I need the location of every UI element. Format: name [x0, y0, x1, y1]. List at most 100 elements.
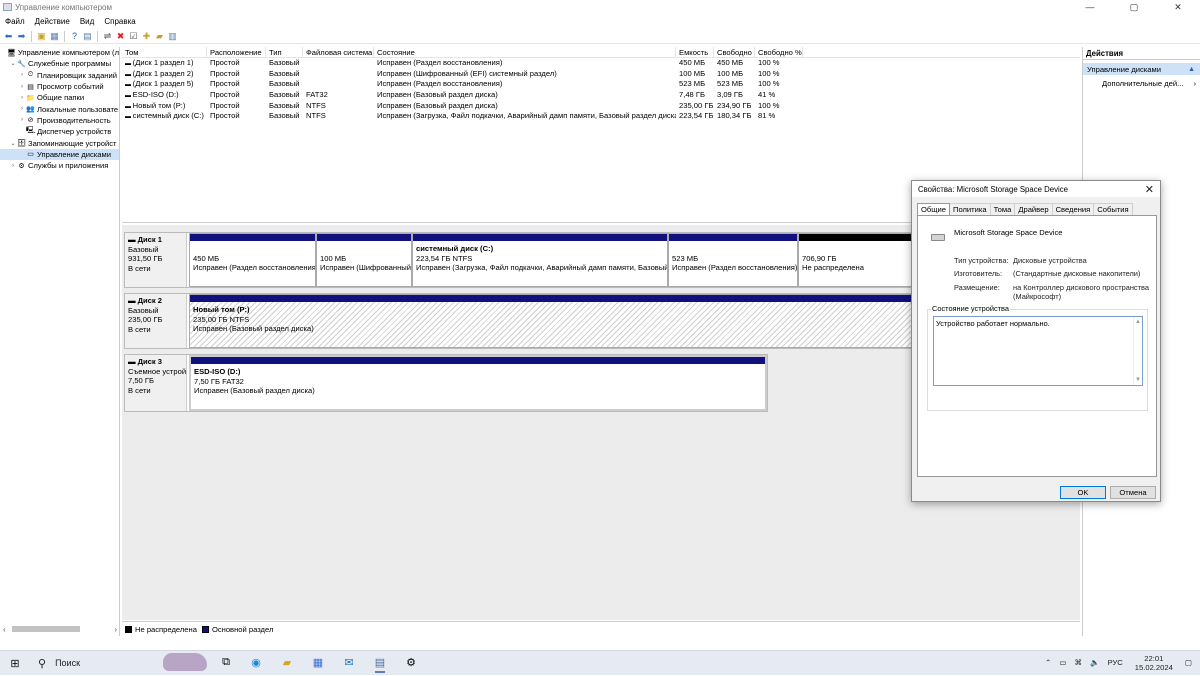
col-header-free-percent[interactable]: Свободно %: [755, 47, 803, 57]
computer-management-taskbar-icon[interactable]: ▤: [372, 654, 388, 673]
title-bar[interactable]: Управление компьютером — ▢ ✕: [0, 0, 1200, 14]
partition-esd-iso-d[interactable]: ESD-ISO (D:) 7,50 ГБ FAT32 Исправен (Базов…: [189, 355, 767, 411]
task-view-icon[interactable]: ⧉: [218, 654, 234, 670]
nav-item-9[interactable]: ▭ Управление дисками: [0, 148, 119, 160]
volume-name-cell: ▬ (Диск 1 раздел 2): [122, 69, 207, 80]
menu-file[interactable]: Файл: [0, 17, 30, 26]
new-folder-icon[interactable]: ✚: [141, 31, 152, 42]
menu-help[interactable]: Справка: [99, 17, 140, 26]
actions-section-disk-management[interactable]: Управление дисками ▲: [1083, 63, 1200, 75]
help-icon[interactable]: ?: [69, 31, 80, 42]
expand-right-icon[interactable]: ›: [18, 117, 26, 123]
edge-browser-icon[interactable]: ◉: [248, 654, 264, 670]
volume-row[interactable]: ▬ (Диск 1 раздел 5) Простой Базовый Исправе…: [122, 79, 1080, 90]
ok-button[interactable]: OK: [1060, 486, 1106, 499]
partition-efi[interactable]: 100 МБИсправен (Шифрованный (EFI) систем…: [316, 233, 412, 287]
list-view-icon[interactable]: ▤: [82, 31, 93, 42]
device-status-textbox[interactable]: Устройство работает нормально. ▲ ▼: [933, 316, 1143, 386]
partition-unallocated[interactable]: 706,90 ГБ Не распределена: [798, 233, 928, 287]
volume-row[interactable]: ▬ ESD-ISO (D:) Простой Базовый FAT32 Исправе…: [122, 90, 1080, 101]
col-header-type[interactable]: Тип: [266, 47, 303, 57]
tab-volumes[interactable]: Тома: [989, 203, 1016, 215]
scroll-left-icon[interactable]: ‹: [3, 625, 6, 634]
tab-driver[interactable]: Драйвер: [1014, 203, 1053, 215]
tab-policy[interactable]: Политика: [948, 203, 991, 215]
cancel-button[interactable]: Отмена: [1110, 486, 1156, 499]
volume-row[interactable]: ▬ (Диск 1 раздел 2) Простой Базовый Исправе…: [122, 69, 1080, 80]
nav-item-1[interactable]: ⌄ 🔧 Служебные программы: [0, 58, 119, 69]
nav-item-8[interactable]: ⌄ 🗄 Запоминающие устройст: [0, 137, 119, 148]
minimize-button[interactable]: —: [1068, 0, 1112, 14]
connect-icon[interactable]: ⇌: [102, 31, 113, 42]
show-hide-tree-icon[interactable]: ▦: [49, 31, 60, 42]
partition-system-c[interactable]: системный диск (C:) 223,54 ГБ NTFS Исправе…: [412, 233, 668, 287]
volume-icon[interactable]: 🔈: [1090, 658, 1099, 667]
nav-horizontal-scrollbar[interactable]: ‹ ›: [0, 623, 120, 635]
start-button[interactable]: ⊞: [0, 651, 30, 676]
nav-item-0[interactable]: 🖥 Управление компьютером (л: [0, 47, 119, 58]
nav-item-5[interactable]: › 👥 Локальные пользовате: [0, 103, 119, 114]
volume-row[interactable]: ▬ Новый том (P:) Простой Базовый NTFS Исправ…: [122, 101, 1080, 112]
check-icon[interactable]: ☑: [128, 31, 139, 42]
nav-item-3[interactable]: › ▤ Просмотр событий: [0, 81, 119, 92]
expand-down-icon[interactable]: ⌄: [9, 140, 17, 147]
nav-item-10[interactable]: › ⚙ Службы и приложения: [0, 160, 119, 171]
nav-item-4[interactable]: › 📁 Общие папки: [0, 92, 119, 103]
collapse-up-icon[interactable]: ▲: [1188, 66, 1195, 73]
disk-status: В сети: [128, 264, 151, 274]
partition-new-volume-p[interactable]: Новый том (P:) 235,00 ГБ NTFS Исправен (Ба…: [189, 294, 929, 348]
properties-icon[interactable]: ▥: [167, 31, 178, 42]
network-icon[interactable]: ⌘: [1075, 658, 1083, 667]
file-explorer-icon[interactable]: ▰: [279, 654, 295, 670]
disk-2-label[interactable]: ▬ Диск 2 Базовый 235,00 ГБ В сети: [125, 294, 187, 348]
col-header-status[interactable]: Состояние: [374, 47, 676, 57]
volume-row[interactable]: ▬ системный диск (C:) Простой Базовый NTFS И…: [122, 111, 1080, 122]
partition-recovery-1[interactable]: 450 МБ Исправен (Раздел восстановления): [189, 233, 316, 287]
expand-down-icon[interactable]: ⌄: [9, 60, 17, 67]
up-folder-icon[interactable]: ▣: [36, 31, 47, 42]
dialog-title-bar[interactable]: Свойства: Microsoft Storage Space Device…: [912, 181, 1160, 197]
delete-icon[interactable]: ✖: [115, 31, 126, 42]
menu-action[interactable]: Действие: [30, 17, 75, 26]
nav-item-7[interactable]: 🖳 Диспетчер устройств: [0, 126, 119, 137]
disk-3-label[interactable]: ▬Диск 3 Съемное устройство 7,50 ГБ В сет…: [125, 355, 187, 411]
tab-details[interactable]: Сведения: [1051, 203, 1095, 215]
more-actions-item[interactable]: Дополнительные дей... ›: [1083, 78, 1200, 90]
nav-item-2[interactable]: › ⏲ Планировщик заданий: [0, 70, 119, 81]
tab-general[interactable]: Общие: [917, 203, 950, 215]
menu-view[interactable]: Вид: [75, 17, 99, 26]
status-scrollbar[interactable]: ▲ ▼: [1133, 317, 1142, 385]
volume-row[interactable]: ▬ (Диск 1 раздел 1) Простой Базовый Исправе…: [122, 58, 1080, 69]
clock[interactable]: 22:01 15.02.2024: [1135, 654, 1173, 672]
partition-recovery-5[interactable]: 523 МБ Исправен (Раздел восстановления): [668, 233, 798, 287]
back-arrow-icon[interactable]: ⬅: [3, 31, 14, 42]
col-header-capacity[interactable]: Емкость: [676, 47, 714, 57]
expand-right-icon[interactable]: ›: [18, 95, 26, 101]
language-indicator[interactable]: РУС: [1108, 658, 1123, 667]
disk-1-label[interactable]: ▬ Диск 1 Базовый 931,50 ГБ В сети: [125, 233, 187, 287]
tab-events[interactable]: События: [1093, 203, 1133, 215]
dialog-close-icon[interactable]: ✕: [1145, 183, 1154, 196]
col-header-layout[interactable]: Расположение: [207, 47, 266, 57]
folder-icon[interactable]: ▰: [154, 31, 165, 42]
forward-arrow-icon[interactable]: ➡: [16, 31, 27, 42]
expand-right-icon[interactable]: ›: [9, 163, 17, 169]
scroll-right-icon[interactable]: ›: [114, 625, 117, 634]
expand-right-icon[interactable]: ›: [18, 106, 26, 112]
search-highlight-image[interactable]: [163, 653, 207, 671]
nav-item-6[interactable]: › ⊘ Производительность: [0, 115, 119, 126]
maximize-button[interactable]: ▢: [1112, 0, 1156, 14]
scroll-thumb[interactable]: [12, 626, 80, 632]
device-icon[interactable]: ▭: [1059, 658, 1066, 667]
settings-gear-icon[interactable]: ⚙: [403, 654, 419, 670]
col-header-filesystem[interactable]: Файловая система: [303, 47, 374, 57]
expand-right-icon[interactable]: ›: [18, 72, 26, 78]
show-hidden-icons-icon[interactable]: ⌃: [1045, 658, 1051, 667]
col-header-free[interactable]: Свободно: [714, 47, 755, 57]
mail-icon[interactable]: ✉: [341, 654, 357, 670]
expand-right-icon[interactable]: ›: [18, 84, 26, 90]
col-header-volume[interactable]: Том: [122, 47, 207, 57]
notifications-icon[interactable]: ▢: [1185, 658, 1192, 667]
store-icon[interactable]: ▦: [310, 654, 326, 670]
close-button[interactable]: ✕: [1156, 0, 1200, 14]
